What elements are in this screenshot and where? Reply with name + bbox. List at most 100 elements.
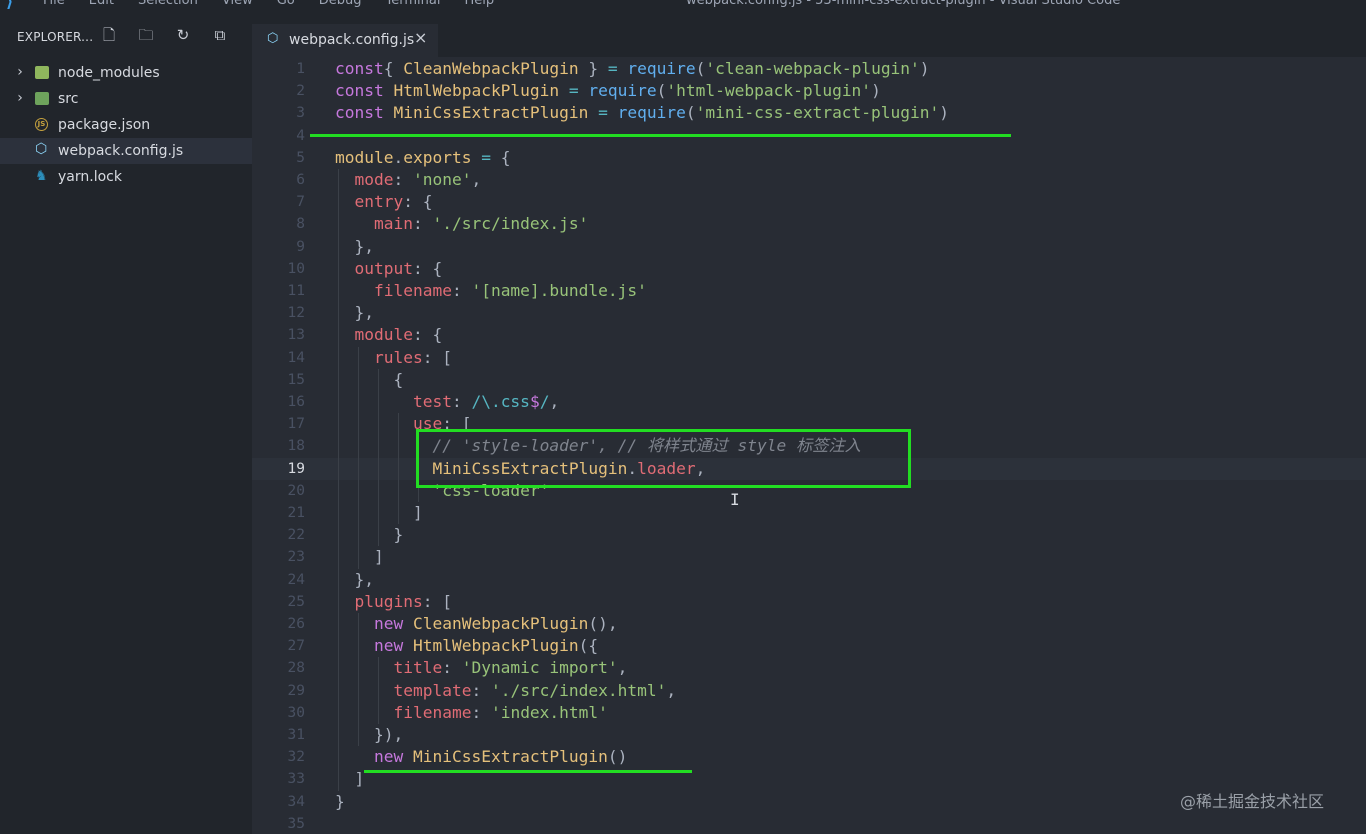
menu-terminal[interactable]: Terminal — [386, 0, 441, 9]
indent-guide — [378, 657, 379, 724]
tree-item-webpack-config[interactable]: ⬡ webpack.config.js — [0, 138, 252, 164]
code-token: 'html-webpack-plugin' — [666, 81, 872, 101]
menu-view[interactable]: View — [222, 0, 253, 9]
code-line[interactable]: 27 new HtmlWebpackPlugin({ — [252, 635, 1366, 657]
indent-guide — [398, 413, 399, 525]
tree-item-label: node_modules — [58, 65, 160, 81]
code-text: output: { — [335, 258, 442, 280]
code-token: }), — [335, 725, 404, 744]
annotation-underline-imports — [310, 134, 1011, 137]
tree-item-node-modules[interactable]: › node_modules — [0, 60, 252, 86]
code-text: } — [335, 524, 403, 546]
code-line[interactable]: 7 entry: { — [252, 191, 1366, 213]
code-line[interactable]: 24 }, — [252, 569, 1366, 591]
collapse-all-icon[interactable]: ⧉ — [211, 26, 229, 44]
chevron-right-icon[interactable]: › — [14, 63, 26, 81]
code-token: ( — [695, 59, 706, 78]
menu-selection[interactable]: Selection — [138, 0, 198, 9]
vscode-logo-icon: ⟩ — [6, 0, 14, 11]
code-token: : { — [412, 325, 443, 345]
code-token: , — [617, 658, 628, 678]
line-number: 15 — [287, 371, 305, 388]
menu-debug[interactable]: Debug — [319, 0, 362, 9]
close-icon[interactable]: × — [414, 29, 427, 47]
code-token: module — [335, 147, 394, 167]
code-token: exports — [403, 147, 472, 167]
code-token: CleanWebpackPlugin — [403, 59, 579, 78]
code-token: './src/index.html' — [490, 680, 667, 700]
code-token: = — [607, 59, 618, 78]
chevron-right-icon[interactable]: › — [14, 89, 26, 107]
code-token: (), — [588, 614, 618, 633]
line-number: 3 — [296, 105, 305, 122]
code-line[interactable]: 21 ] — [252, 502, 1366, 524]
code-line[interactable]: 2 const HtmlWebpackPlugin = require('html… — [252, 80, 1366, 102]
menu-go[interactable]: Go — [277, 0, 295, 9]
code-line[interactable]: 6 mode: 'none', — [252, 169, 1366, 191]
line-number: 13 — [287, 327, 305, 344]
code-line[interactable]: 16 test: /\.css$/, — [252, 391, 1366, 413]
line-number: 23 — [287, 549, 305, 566]
webpack-file-icon: ⬡ — [267, 31, 279, 46]
menu-edit[interactable]: Edit — [89, 0, 114, 9]
code-line[interactable]: 26 new CleanWebpackPlugin(), — [252, 613, 1366, 635]
refresh-icon[interactable]: ↻ — [174, 26, 192, 44]
webpack-file-icon: ⬡ — [35, 141, 48, 157]
code-token: rules — [335, 347, 423, 367]
code-token: CleanWebpackPlugin — [412, 614, 589, 633]
code-token: './src/index.js' — [432, 214, 589, 234]
code-token: = — [598, 103, 608, 123]
code-line[interactable]: 5 module.exports = { — [252, 147, 1366, 169]
code-token: } — [335, 791, 345, 811]
code-line[interactable]: 14 rules: [ — [252, 347, 1366, 369]
line-number: 17 — [287, 416, 305, 433]
tree-item-package-json[interactable]: JS package.json — [0, 112, 252, 138]
line-number: 14 — [287, 349, 305, 366]
code-line[interactable]: 28 title: 'Dynamic import', — [252, 657, 1366, 679]
code-line[interactable]: 15 { — [252, 369, 1366, 391]
code-token: 'Dynamic import' — [461, 658, 618, 678]
code-line[interactable]: 25 plugins: [ — [252, 591, 1366, 613]
code-text: }, — [335, 236, 374, 258]
code-token: ( — [656, 81, 667, 101]
line-number: 32 — [287, 749, 305, 766]
code-text: test: /\.css$/, — [335, 391, 559, 413]
code-token: , — [666, 680, 677, 700]
line-number: 25 — [287, 593, 305, 610]
code-line[interactable]: 30 filename: 'index.html' — [252, 702, 1366, 724]
code-line[interactable]: 12 }, — [252, 302, 1366, 324]
code-line[interactable]: 9 }, — [252, 236, 1366, 258]
code-line[interactable]: 11 filename: '[name].bundle.js' — [252, 280, 1366, 302]
code-line[interactable]: 35 — [252, 813, 1366, 834]
menu-help[interactable]: Help — [464, 0, 494, 9]
line-number: 27 — [287, 638, 305, 655]
code-line[interactable]: 29 template: './src/index.html', — [252, 680, 1366, 702]
code-line[interactable]: 3 const MiniCssExtractPlugin = require('m… — [252, 102, 1366, 124]
new-folder-icon[interactable]: 🗀 — [137, 26, 155, 44]
line-number: 6 — [296, 172, 305, 188]
line-number: 10 — [287, 260, 305, 277]
tree-item-yarn-lock[interactable]: ♞ yarn.lock — [0, 164, 252, 190]
new-file-icon[interactable]: 🗋 — [100, 26, 118, 44]
code-line[interactable]: 1 const{ CleanWebpackPlugin } = require('… — [252, 58, 1366, 80]
code-token: new — [335, 614, 404, 633]
code-line[interactable]: 32 new MiniCssExtractPlugin() — [252, 746, 1366, 768]
code-token: ) — [871, 81, 881, 101]
menu-file[interactable]: File — [43, 0, 65, 9]
code-line[interactable]: 8 main: './src/index.js' — [252, 213, 1366, 235]
code-line[interactable]: 22 } — [252, 524, 1366, 546]
tab-webpack-config[interactable]: ⬡ webpack.config.js × — [252, 24, 438, 57]
code-text: filename: 'index.html' — [335, 702, 607, 724]
menu-bar: File Edit Selection View Go Debug Termin… — [43, 0, 518, 9]
tree-item-src[interactable]: › src — [0, 86, 252, 112]
code-line[interactable]: 31 }), — [252, 724, 1366, 746]
line-number: 2 — [296, 83, 305, 100]
line-number: 16 — [287, 394, 305, 410]
code-text: { — [335, 369, 403, 391]
code-line[interactable]: 23 ] — [252, 546, 1366, 568]
code-token: } — [335, 525, 404, 545]
code-line[interactable]: 10 output: { — [252, 258, 1366, 280]
code-line[interactable]: 13 module: { — [252, 324, 1366, 346]
